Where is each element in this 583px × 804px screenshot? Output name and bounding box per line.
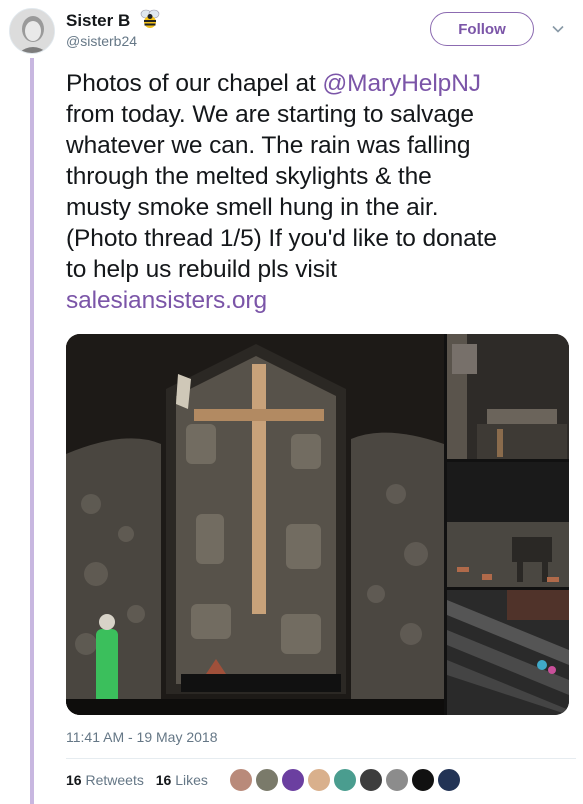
liker-avatar-3[interactable]: [280, 767, 306, 793]
liker-avatar-1[interactable]: [228, 767, 254, 793]
media-grid: [66, 334, 569, 715]
liker-avatar-4[interactable]: [306, 767, 332, 793]
tweet-text-segment: Photos of our chapel at: [66, 70, 323, 97]
tweet-timestamp[interactable]: 11:41 AM - 19 May 2018: [66, 729, 218, 745]
photo-chapel-cross[interactable]: [66, 334, 444, 715]
retweets-count: 16: [66, 772, 82, 788]
liker-avatar-6[interactable]: [358, 767, 384, 793]
tweet-line: through the melted skylights & the: [66, 163, 432, 190]
tweet-line: to help us rebuild pls visit: [66, 256, 337, 283]
tweet-stats: 16 Retweets 16 Likes: [66, 772, 216, 788]
liker-avatar-8[interactable]: [410, 767, 436, 793]
avatar[interactable]: [9, 8, 55, 54]
retweets-stat[interactable]: 16 Retweets: [66, 772, 144, 788]
retweets-label: Retweets: [85, 772, 144, 788]
photo-altar-debris[interactable]: [447, 462, 569, 587]
liker-avatar-5[interactable]: [332, 767, 358, 793]
thread-line: [30, 58, 34, 804]
chevron-down-icon[interactable]: [551, 22, 565, 36]
follow-button[interactable]: Follow: [430, 12, 534, 46]
liker-avatar-7[interactable]: [384, 767, 410, 793]
tweet-text: Photos of our chapel at @MaryHelpNJ from…: [66, 68, 576, 316]
tweet-line: musty smoke smell hung in the air.: [66, 194, 439, 221]
display-name[interactable]: Sister B: [66, 11, 130, 31]
mention-link[interactable]: @MaryHelpNJ: [322, 70, 481, 97]
photo-ash-pews[interactable]: [447, 590, 569, 715]
photo-burnt-pews[interactable]: [447, 334, 569, 459]
likes-stat[interactable]: 16 Likes: [156, 772, 208, 788]
likes-count: 16: [155, 772, 172, 788]
liker-avatar-2[interactable]: [254, 767, 280, 793]
likes-label: Likes: [175, 772, 208, 788]
user-handle[interactable]: @sisterb24: [66, 33, 137, 49]
tweet-line: Photos of our chapel at @MaryHelpNJ: [66, 68, 576, 99]
divider: [66, 758, 576, 759]
tweet-line: (Photo thread 1/5) If you'd like to dona…: [66, 225, 497, 252]
tweet-header: Sister B @sisterb24 Follow: [0, 0, 583, 60]
tweet-line: whatever we can. The rain was falling: [66, 132, 471, 159]
tweet-line: from today. We are starting to salvage: [66, 101, 474, 128]
url-link[interactable]: salesiansisters.org: [66, 285, 576, 316]
liker-avatar-9[interactable]: [436, 767, 462, 793]
bee-icon: [140, 9, 160, 28]
